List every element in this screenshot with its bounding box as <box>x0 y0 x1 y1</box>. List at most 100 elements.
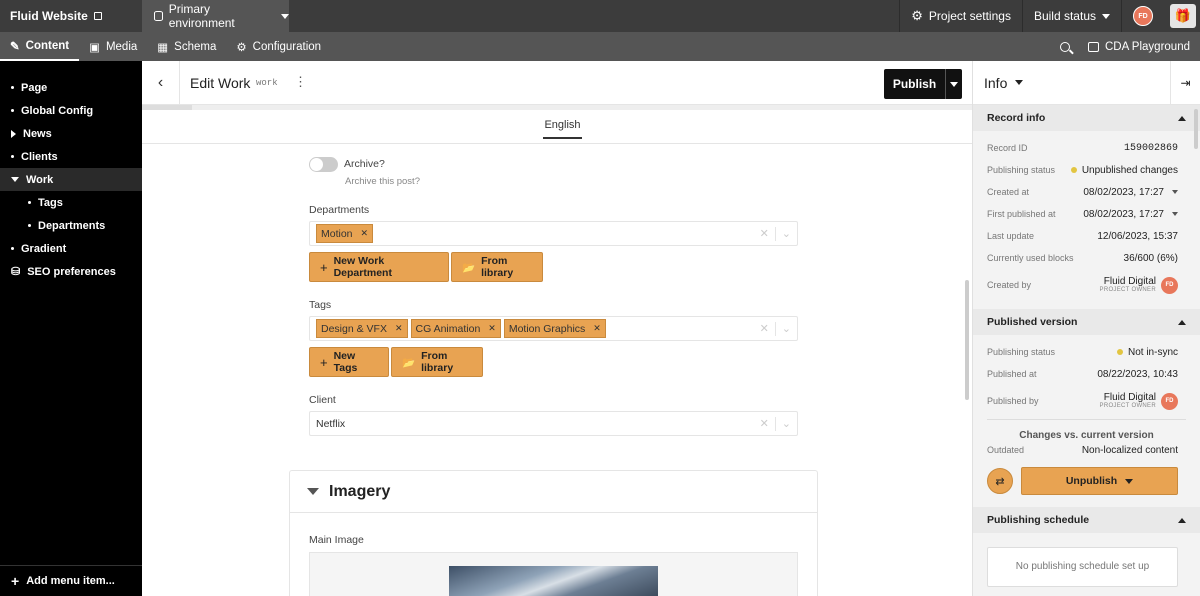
publishing-status-row: Publishing status Unpublished changes <box>973 159 1200 181</box>
user-name: Fluid Digital <box>1103 392 1156 403</box>
user-menu[interactable]: FD <box>1121 0 1164 32</box>
user-role: PROJECT OWNER <box>1099 287 1156 293</box>
sidebar-item-page[interactable]: Page <box>0 76 142 99</box>
tab-label: Media <box>105 40 138 53</box>
unpublish-button[interactable]: Unpublish <box>1021 467 1178 495</box>
page-title: Edit Work <box>190 75 251 91</box>
record-info-section-header[interactable]: Record info <box>973 105 1200 131</box>
publish-button[interactable]: Publish <box>884 69 962 99</box>
tag-chip: CG Animation ✕ <box>410 319 501 338</box>
collapse-panel-icon: ⇥ <box>1180 76 1191 90</box>
seo-icon: ⛁ <box>11 266 21 278</box>
created-at-dropdown[interactable]: 08/02/2023, 17:27 <box>1083 187 1178 198</box>
chevron-down-icon <box>1172 212 1178 216</box>
clear-icon[interactable]: ✕ <box>754 417 775 430</box>
imagery-header[interactable]: Imagery <box>290 471 817 513</box>
search-icon[interactable] <box>1059 41 1070 52</box>
avatar: FD <box>1161 276 1178 294</box>
used-blocks-row: Currently used blocks 36/600 (6%) <box>973 247 1200 269</box>
avatar: FD <box>1133 6 1153 26</box>
schedule-empty-state: No publishing schedule set up <box>987 547 1178 587</box>
client-field[interactable]: Netflix ✕ ⌄ <box>309 411 798 436</box>
remove-icon[interactable]: ✕ <box>395 323 403 334</box>
tags-from-library-button[interactable]: 📂 From library <box>391 347 483 377</box>
model-api-key: work <box>256 78 278 88</box>
project-settings-button[interactable]: ⚙ Project settings <box>899 0 1022 32</box>
chevron-down-icon <box>11 177 19 182</box>
chevron-down-icon[interactable] <box>1015 80 1024 85</box>
more-options-icon[interactable]: ⋮ <box>294 74 307 90</box>
back-button[interactable]: ‹ <box>142 61 180 105</box>
publish-options-dropdown[interactable] <box>945 69 962 99</box>
tags-label: Tags <box>309 299 332 311</box>
compare-versions-button[interactable]: ⇄ <box>987 468 1013 494</box>
plus-icon: + <box>11 573 20 589</box>
sidebar-item-departments[interactable]: Departments <box>0 214 142 237</box>
sidebar-item-gradient[interactable]: Gradient <box>0 237 142 260</box>
departments-from-library-button[interactable]: 📂 From library <box>451 252 543 282</box>
client-value: Netflix <box>316 417 346 430</box>
record-id-value[interactable]: 159002869 <box>1124 143 1178 154</box>
clear-icon[interactable]: ✕ <box>754 322 775 335</box>
first-published-dropdown[interactable]: 08/02/2023, 17:27 <box>1083 209 1178 220</box>
info-panel-title[interactable]: Info <box>984 75 1007 91</box>
site-name: Fluid Website <box>10 9 88 23</box>
scrollbar[interactable] <box>965 280 969 400</box>
gift-icon[interactable]: 🎁 <box>1170 4 1196 28</box>
tab-schema[interactable]: ▦ Schema <box>147 32 226 61</box>
sidebar-item-clients[interactable]: Clients <box>0 145 142 168</box>
remove-icon[interactable]: ✕ <box>361 228 369 239</box>
chevron-down-icon[interactable]: ⌄ <box>776 227 797 240</box>
tag-chip: Design & VFX ✕ <box>316 319 408 338</box>
top-bar: Fluid Website Primary environment ⚙ Proj… <box>0 0 1200 32</box>
section-title: Publishing schedule <box>987 514 1090 526</box>
tab-media[interactable]: ▣ Media <box>79 32 147 61</box>
publishing-schedule-section-header[interactable]: Publishing schedule <box>973 507 1200 533</box>
database-icon <box>154 11 163 21</box>
button-label: New Work Department <box>333 255 392 279</box>
chevron-up-icon <box>1178 115 1186 121</box>
imagery-fieldset: Imagery Main Image <box>289 470 818 596</box>
button-label: From library <box>421 350 454 374</box>
tab-label: Configuration <box>252 40 322 53</box>
divider <box>142 143 972 144</box>
tags-field[interactable]: Design & VFX ✕ CG Animation ✕ Motion Graph… <box>309 316 798 341</box>
collapse-panel-button[interactable]: ⇥ <box>1170 61 1200 105</box>
bullet-icon <box>11 247 14 250</box>
sidebar-item-work[interactable]: Work <box>0 168 142 191</box>
sidebar-item-news[interactable]: News <box>0 122 142 145</box>
scrollbar[interactable] <box>1194 109 1198 149</box>
row-label: Last update <box>987 231 1035 241</box>
add-menu-item-button[interactable]: + Add menu item... <box>0 565 142 596</box>
open-site-icon[interactable] <box>93 12 102 20</box>
tab-locale-english[interactable]: English <box>543 119 582 139</box>
environment-switcher[interactable]: Primary environment <box>142 0 289 32</box>
environment-label: Primary environment <box>168 2 235 30</box>
sidebar-item-tags[interactable]: Tags <box>0 191 142 214</box>
chevron-down-icon[interactable]: ⌄ <box>776 417 797 430</box>
sidebar-item-label: Gradient <box>21 242 67 255</box>
main-image-thumbnail[interactable] <box>449 566 658 596</box>
remove-icon[interactable]: ✕ <box>593 323 601 334</box>
chevron-down-icon[interactable]: ⌄ <box>776 322 797 335</box>
archive-label: Archive? <box>344 158 385 170</box>
published-version-section-header[interactable]: Published version <box>973 309 1200 335</box>
departments-field[interactable]: Motion ✕ ✕ ⌄ <box>309 221 798 246</box>
build-status-button[interactable]: Build status <box>1021 0 1121 32</box>
cda-playground-button[interactable]: CDA Playground <box>1087 41 1190 53</box>
new-tags-button[interactable]: + New Tags <box>309 347 389 377</box>
tab-label: Content <box>25 39 70 52</box>
sidebar-item-seo-preferences[interactable]: ⛁ SEO preferences <box>0 260 142 283</box>
plus-icon: + <box>320 354 328 370</box>
section-title: Published version <box>987 316 1078 328</box>
site-title[interactable]: Fluid Website <box>10 0 102 32</box>
sidebar-item-global-config[interactable]: Global Config <box>0 99 142 122</box>
tab-content[interactable]: ✎ Content <box>0 32 80 61</box>
new-work-department-button[interactable]: + New Work Department <box>309 252 449 282</box>
clear-icon[interactable]: ✕ <box>754 227 775 240</box>
chip-label: CG Animation <box>415 322 481 335</box>
archive-toggle[interactable] <box>309 157 338 172</box>
tab-configuration[interactable]: ⚙ Configuration <box>226 32 331 61</box>
remove-icon[interactable]: ✕ <box>488 323 496 334</box>
main-image-field[interactable] <box>309 552 798 596</box>
